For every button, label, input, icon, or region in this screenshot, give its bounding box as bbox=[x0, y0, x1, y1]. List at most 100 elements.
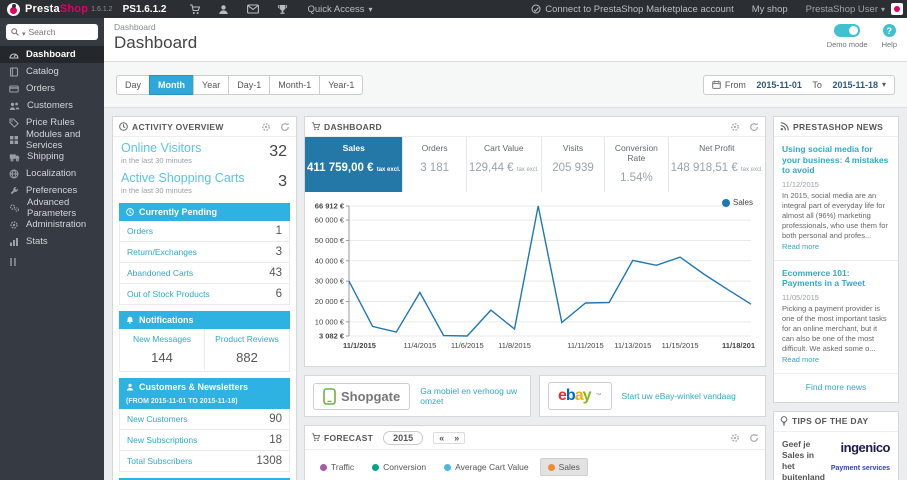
sidebar-item-orders[interactable]: Orders bbox=[0, 80, 104, 97]
trophy-icon[interactable] bbox=[277, 4, 288, 15]
page-title: Dashboard bbox=[114, 33, 198, 52]
sidebar-item-administration[interactable]: Administration bbox=[0, 216, 104, 233]
new-subscriptions-row[interactable]: New Subscriptions 18 bbox=[119, 430, 290, 451]
user-avatar[interactable] bbox=[891, 3, 903, 15]
kpi-orders[interactable]: Orders 3 181 bbox=[403, 137, 467, 192]
kpi-row: Sales 411 759,00 € tax excl. Orders 3 18… bbox=[305, 137, 765, 192]
total-subscribers-row[interactable]: Total Subscribers 1308 bbox=[119, 451, 290, 472]
modules-icon bbox=[10, 135, 18, 144]
demo-mode-label: Demo mode bbox=[826, 40, 868, 49]
activity-refresh-icon[interactable] bbox=[280, 122, 290, 132]
read-more-link[interactable]: Read more bbox=[782, 242, 819, 251]
activity-settings-icon[interactable] bbox=[261, 122, 271, 132]
marketplace-link[interactable]: Connect to PrestaShop Marketplace accoun… bbox=[531, 4, 734, 15]
sidebar-search[interactable] bbox=[6, 24, 98, 40]
active-carts-metric[interactable]: Active Shopping Carts in the last 30 min… bbox=[113, 167, 296, 197]
demo-mode-control: Demo mode bbox=[827, 24, 868, 49]
forecast-legend-sales[interactable]: Sales bbox=[539, 458, 588, 476]
preferences-icon bbox=[10, 186, 18, 194]
sidebar-item-catalog[interactable]: Catalog bbox=[0, 63, 104, 80]
sidebar-collapse-button[interactable] bbox=[10, 258, 104, 266]
find-more-news-link[interactable]: Find more news bbox=[774, 374, 898, 402]
sidebar-item-modules[interactable]: Modules and Services bbox=[0, 129, 104, 151]
main-area: Dashboard Dashboard Demo mode ? Help Day… bbox=[104, 18, 907, 480]
abandoned-carts-row[interactable]: Abandoned Carts 43 bbox=[119, 263, 290, 284]
kpi-conversion-rate[interactable]: Conversion Rate 1.54% bbox=[605, 137, 669, 192]
svg-text:3 082 €: 3 082 € bbox=[319, 332, 345, 341]
forecast-legend-average-cart-value[interactable]: Average Cart Value bbox=[437, 458, 535, 476]
date-range-picker[interactable]: From 2015-11-01 To 2015-11-18 bbox=[702, 74, 895, 95]
forecast-legend-traffic[interactable]: Traffic bbox=[313, 458, 361, 476]
dashboard-settings-icon[interactable] bbox=[730, 122, 740, 132]
news-item: Using social media for your business: 4 … bbox=[774, 137, 898, 261]
chart-legend[interactable]: Sales bbox=[721, 198, 753, 207]
customers-icon bbox=[9, 102, 20, 110]
range-year-button[interactable]: Year bbox=[193, 74, 229, 95]
new-customers-row[interactable]: New Customers 90 bbox=[119, 409, 290, 430]
help-icon[interactable]: ? bbox=[882, 24, 896, 37]
shopgate-module-panel: Shopgate Ga mobiel en verhoog uw omzet bbox=[304, 375, 531, 417]
pending-returns-row[interactable]: Return/Exchanges 3 bbox=[119, 242, 290, 263]
demo-mode-toggle[interactable] bbox=[834, 24, 861, 37]
date-toolbar: Day Month Year Day-1 Month-1 Year-1 From… bbox=[104, 62, 907, 108]
sales-chart: Sales 66 912 € 60 000 € 50 000 € 40 000 € 30… bbox=[305, 192, 765, 366]
search-input[interactable] bbox=[28, 27, 81, 37]
sidebar-item-shipping[interactable]: Shipping bbox=[0, 148, 104, 165]
forecast-year: 2015 bbox=[383, 430, 424, 445]
quick-access-menu[interactable]: Quick Access bbox=[307, 4, 372, 15]
sidebar-item-advanced-parameters[interactable]: Advanced Parameters bbox=[0, 197, 104, 219]
range-month-button[interactable]: Month bbox=[149, 74, 194, 95]
help-label: Help bbox=[881, 40, 897, 49]
range-day-1-button[interactable]: Day-1 bbox=[228, 74, 270, 95]
range-day-button[interactable]: Day bbox=[116, 74, 150, 95]
pending-orders-row[interactable]: Orders 1 bbox=[119, 221, 290, 242]
breadcrumb[interactable]: Dashboard bbox=[114, 22, 907, 32]
new-messages-cell[interactable]: New Messages 144 bbox=[120, 329, 204, 371]
forecast-refresh-icon[interactable] bbox=[749, 433, 759, 443]
forecast-next-icon[interactable]: » bbox=[449, 433, 464, 443]
dashboard-refresh-icon[interactable] bbox=[749, 122, 759, 132]
user-menu[interactable]: PrestaShop User bbox=[806, 4, 885, 15]
forecast-legend-conversion[interactable]: Conversion bbox=[365, 458, 433, 476]
news-item-title[interactable]: Using social media for your business: 4 … bbox=[782, 144, 890, 176]
forecast-settings-icon[interactable] bbox=[730, 433, 740, 443]
news-item-title[interactable]: Ecommerce 101: Payments in a Tweet bbox=[782, 268, 890, 289]
sidebar-item-localization[interactable]: Localization bbox=[0, 165, 104, 182]
cart-icon[interactable] bbox=[189, 3, 201, 15]
svg-text:11/4/2015: 11/4/2015 bbox=[404, 341, 437, 350]
prestashop-logo bbox=[7, 2, 20, 16]
shipping-icon bbox=[9, 153, 20, 161]
messages-icon[interactable] bbox=[247, 4, 260, 14]
ingenico-logo: ingenico Payment services bbox=[830, 439, 891, 472]
forecast-legend: Traffic Conversion Average Cart Value Sa… bbox=[305, 450, 765, 480]
sidebar-item-dashboard[interactable]: Dashboard bbox=[0, 46, 104, 63]
news-panel-title: PRESTASHOP NEWS bbox=[793, 121, 884, 132]
shopgate-link[interactable]: Ga mobiel en verhoog uw omzet bbox=[420, 386, 522, 406]
kpi-sales[interactable]: Sales 411 759,00 € tax excl. bbox=[305, 137, 404, 192]
ebay-link[interactable]: Start uw eBay-winkel vandaag bbox=[622, 391, 736, 401]
product-reviews-cell[interactable]: Product Reviews 882 bbox=[204, 329, 289, 371]
kpi-visits[interactable]: Visits 205 939 bbox=[542, 137, 606, 192]
svg-text:11/8/2015: 11/8/2015 bbox=[498, 341, 531, 350]
my-shop-link[interactable]: My shop bbox=[752, 4, 788, 15]
user-icon[interactable] bbox=[218, 4, 229, 15]
dashboard-content: ACTIVITY OVERVIEW Online Visitors in the… bbox=[104, 108, 907, 480]
forecast-prev-icon[interactable]: « bbox=[434, 433, 449, 443]
kpi-net-profit[interactable]: Net Profit 148 918,51 € tax excl. bbox=[669, 137, 765, 192]
clock-icon bbox=[119, 122, 128, 131]
out-of-stock-row[interactable]: Out of Stock Products 6 bbox=[119, 284, 290, 305]
range-year-1-button[interactable]: Year-1 bbox=[319, 74, 364, 95]
read-more-link[interactable]: Read more bbox=[782, 355, 819, 364]
pending-clock-icon bbox=[126, 208, 134, 216]
svg-text:30 000 €: 30 000 € bbox=[315, 277, 345, 286]
range-month-1-button[interactable]: Month-1 bbox=[269, 74, 320, 95]
search-scope-caret-icon[interactable] bbox=[22, 23, 26, 41]
kpi-cart-value[interactable]: Cart Value 129,44 € tax excl. bbox=[467, 137, 542, 192]
svg-text:11/6/2015: 11/6/2015 bbox=[451, 341, 484, 350]
sidebar-item-stats[interactable]: Stats bbox=[0, 233, 104, 250]
sidebar-item-customers[interactable]: Customers bbox=[0, 97, 104, 114]
online-visitors-metric[interactable]: Online Visitors in the last 30 minutes 3… bbox=[113, 137, 296, 167]
currently-pending-section: Currently Pending Orders 1 Return/Exchang… bbox=[119, 203, 290, 305]
sidebar: Dashboard Catalog Orders Customers Price… bbox=[0, 18, 104, 480]
customer-icon bbox=[126, 383, 134, 391]
